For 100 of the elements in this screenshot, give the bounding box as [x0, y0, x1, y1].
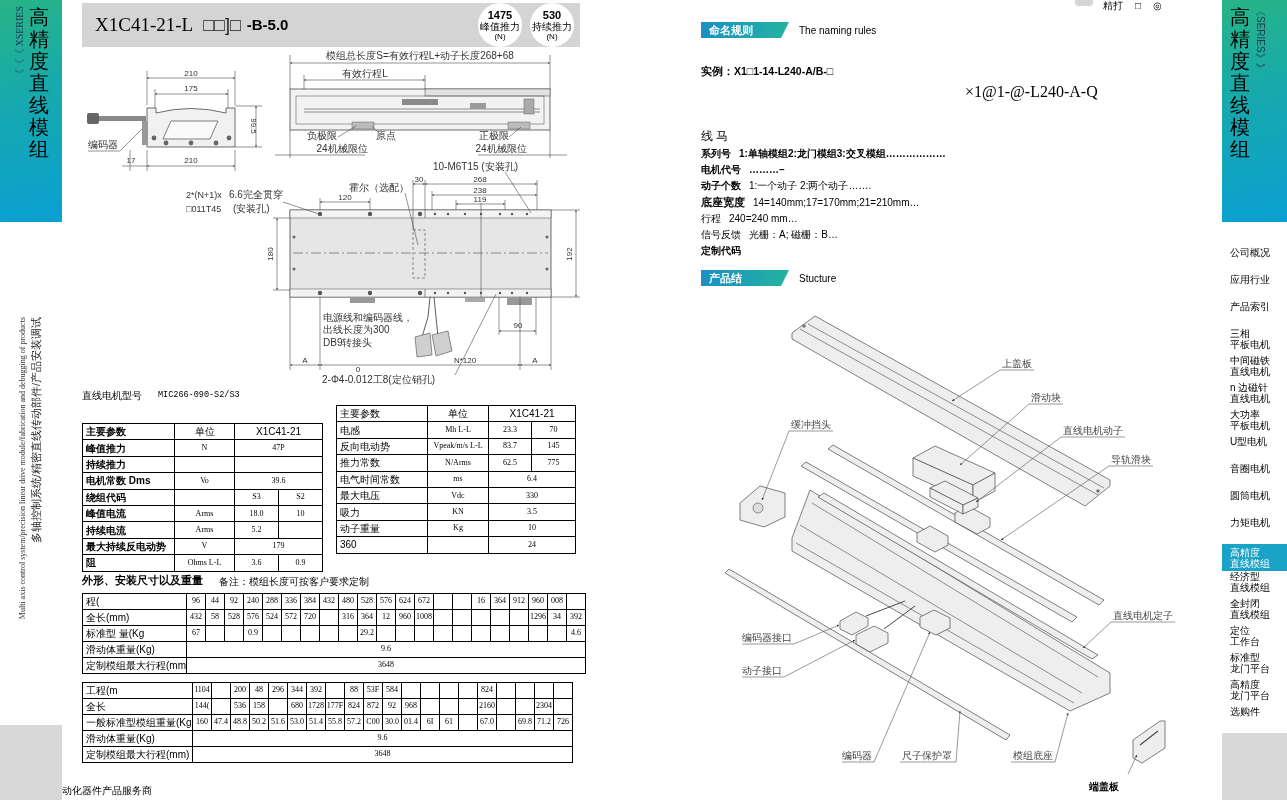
- table-cell: 1296: [528, 609, 548, 625]
- field-description: 14=140mm;17=170mm;21=210mm…: [753, 195, 920, 210]
- motor-model-label: 直线电机型号: [82, 388, 142, 403]
- dimension-label: 30: [414, 175, 424, 184]
- row-label: 主要参数: [82, 423, 175, 440]
- table-cell: 364: [357, 609, 377, 625]
- dimension-label: 210: [184, 156, 198, 165]
- part-label: 缓冲挡头: [791, 419, 831, 431]
- badge-unit: (N): [494, 31, 506, 41]
- dimension-label: 90: [513, 321, 523, 330]
- table-cell: 0.9: [243, 625, 263, 641]
- table-cell: Vdc: [427, 487, 489, 504]
- formula-text: ×1@1-@-L240-A-Q: [965, 83, 1098, 100]
- table-cell: X1C41-21: [234, 423, 323, 440]
- dimension-label: 120: [338, 193, 352, 202]
- field-label: 信号反馈: [701, 228, 741, 243]
- badge-value: 530: [542, 9, 562, 21]
- table-cell: 4.6: [566, 625, 586, 641]
- table-cell: 62.5: [488, 454, 532, 472]
- mover-connector: [855, 605, 916, 653]
- table-cell: Mh L-L: [427, 421, 489, 439]
- drawing-note: 2*(N+1)x: [186, 190, 222, 200]
- field-label: 系列号: [701, 146, 731, 161]
- table-cell: 10: [278, 505, 323, 522]
- table-cell: 50.2: [249, 714, 269, 730]
- section-heading: 外形、安装尺寸以及重量: [82, 573, 203, 589]
- field-description: ………–: [749, 162, 785, 177]
- row-label: 全长(mm): [82, 609, 187, 625]
- part-label: 尺子保护罩: [902, 750, 952, 762]
- dimension-label: 119: [473, 195, 487, 204]
- dimension-label: 238: [473, 186, 487, 195]
- drawing-note: 出线长度为300: [323, 324, 390, 335]
- drawing-note: 2-Φ4-0.012工8(定位销孔): [322, 374, 435, 385]
- table-cell: Ohms L-L: [174, 554, 235, 571]
- drawing-note: 有效行程L: [342, 68, 388, 79]
- sidebar-title: 高精度直线模组: [29, 6, 49, 160]
- field-label: 电机代号: [701, 162, 741, 177]
- table-cell: 316: [338, 609, 358, 625]
- table-cell: 单位: [427, 405, 489, 422]
- symbol-glyph: ◎: [1153, 0, 1163, 11]
- table-cell: 240: [243, 593, 263, 609]
- field-label: 行程: [701, 211, 721, 226]
- field-description: 光栅：A; 磁栅：B…: [749, 228, 838, 243]
- example-code: 实例：X1□1-14-L240-A/B-□: [701, 64, 834, 80]
- table-cell: 960: [395, 609, 415, 625]
- table-cell: 200: [230, 682, 250, 698]
- table-cell: 528: [224, 609, 244, 625]
- table-cell: 9.6: [186, 641, 586, 657]
- row-label: 电气时间常数: [336, 471, 428, 488]
- badge-label: 持续推力: [532, 20, 572, 32]
- model-option-boxes: □□]□: [203, 13, 241, 37]
- row-label: 滑动体重量(Kg): [82, 641, 187, 657]
- drawing-note: 6.6完全贯穿: [229, 189, 283, 200]
- field-description: 1:单轴模组2:龙门模组3:交叉模组………………: [739, 146, 946, 161]
- motor-mover: [929, 480, 979, 515]
- fragment-text: 精打: [1103, 0, 1123, 11]
- table-cell: 720: [300, 609, 320, 625]
- row-label: 全长: [82, 698, 193, 714]
- end-cap: [1132, 720, 1166, 764]
- table-cell: 69.8: [515, 714, 535, 730]
- table-cell: 576: [376, 593, 396, 609]
- table-cell: Vpeak/m/s L-L: [427, 438, 489, 455]
- table-cell: 144(: [192, 698, 212, 714]
- table-cell: 179: [234, 538, 323, 555]
- table-cell: 6.4: [488, 471, 576, 488]
- table-cell: 61: [439, 714, 459, 730]
- dimension-label: A: [302, 356, 308, 365]
- field-label: 定制代码: [701, 244, 741, 259]
- table-cell: 2160: [477, 698, 497, 714]
- subheading: 线 马: [701, 127, 729, 145]
- table-cell: 57.2: [344, 714, 364, 730]
- dimension-label: 192: [565, 247, 574, 261]
- table-cell: 536: [230, 698, 250, 714]
- buffer-stopper: [739, 485, 786, 528]
- table-cell: 576: [243, 609, 263, 625]
- table-cell: 18.0: [234, 505, 279, 522]
- row-label: 主要参数: [336, 405, 428, 422]
- table-cell: 96: [186, 593, 206, 609]
- table-cell: 48.8: [230, 714, 250, 730]
- row-label: 动子重量: [336, 520, 428, 537]
- table-cell: 71.2: [534, 714, 554, 730]
- part-label: 导轨滑块: [1111, 454, 1151, 466]
- section-badge: 产品结: [701, 270, 789, 287]
- section-title: The naming rules: [799, 23, 877, 38]
- table-cell: 单位: [174, 423, 235, 440]
- sidebar-title: 高精度直线模组: [1230, 6, 1250, 160]
- table-cell: 16: [471, 593, 491, 609]
- row-label: 吸力: [336, 503, 428, 521]
- table-cell: 44: [205, 593, 225, 609]
- motor-model-value: MIC266-090-S2/S3: [158, 388, 240, 402]
- note-text: 备注：模组长度可按客户要求定制: [219, 574, 369, 589]
- table-cell: 34: [547, 609, 567, 625]
- table-cell: 968: [401, 698, 421, 714]
- row-label: 推力常数: [336, 454, 428, 472]
- part-label: 24机械限位: [475, 143, 527, 154]
- field-description: 240=240 mm…: [729, 211, 798, 226]
- row-label: 最大电压: [336, 487, 428, 504]
- dimension-label: 0: [355, 365, 361, 374]
- table-cell: KN: [427, 503, 489, 521]
- table-cell: 12: [376, 609, 396, 625]
